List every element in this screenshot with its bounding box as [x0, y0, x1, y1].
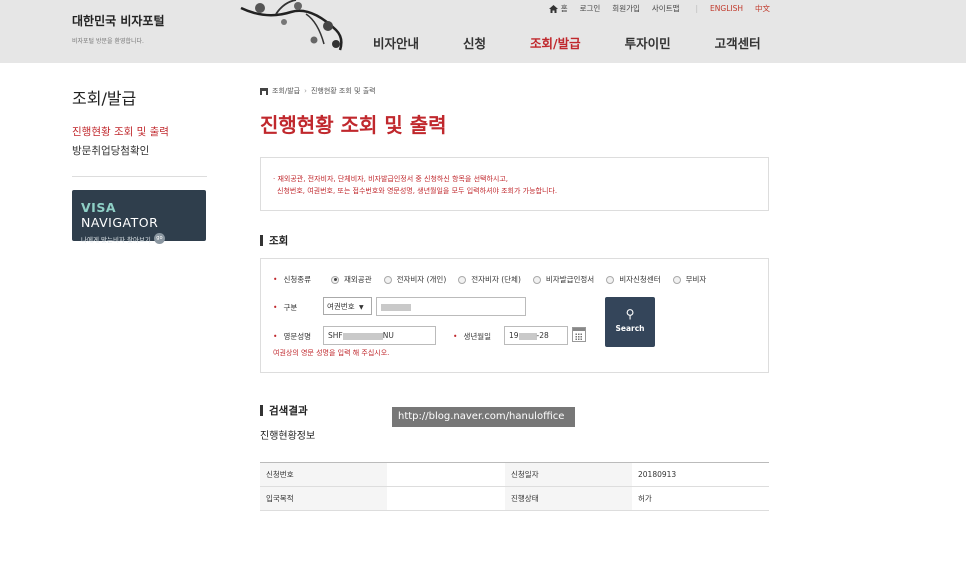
radio-visa-free[interactable]: 무비자	[672, 274, 706, 285]
table-cell: 20180913	[632, 462, 769, 487]
radio-unchecked-icon	[532, 275, 541, 284]
site-header: 대한민국 비자포털 비자포털 방문을 환영합니다. 홈 로그인 회원가입 사이트…	[0, 0, 966, 63]
passport-number-input[interactable]	[376, 297, 526, 316]
result-subtitle: 진행현황정보	[260, 431, 316, 442]
brand-subtitle: 비자포털 방문을 환영합니다.	[72, 38, 144, 45]
sitemap-link[interactable]: 사이트맵	[652, 3, 680, 14]
radio-visa-center[interactable]: 비자신청센터	[606, 274, 661, 285]
blog-watermark: http://blog.naver.com/hanuloffice	[392, 407, 575, 427]
dropdown-arrow-icon: ▼	[359, 304, 364, 311]
nav-customer-center[interactable]: 고객센터	[715, 33, 761, 52]
table-row: 신청번호 신청일자 20180913	[260, 462, 769, 487]
table-header-cell: 신청일자	[505, 462, 632, 487]
utility-divider: |	[695, 4, 699, 13]
nav-apply[interactable]: 신청	[463, 33, 486, 52]
main-nav: 비자안내 신청 조회/발급 투자이민 고객센터	[373, 33, 761, 52]
redacted-name	[342, 332, 383, 340]
notice-box: · 재외공관, 전자비자, 단체비자, 비자발급인정서 중 신청하신 항목을 선…	[260, 157, 769, 211]
breadcrumb: 조회/발급 › 진행현황 조회 및 출력	[260, 86, 376, 96]
calendar-icon[interactable]	[572, 327, 586, 342]
radio-evisa-individual[interactable]: 전자비자 (개인)	[383, 274, 446, 285]
application-type-radio-group: 재외공관 전자비자 (개인) 전자비자 (단체) 비자발급인정서 비자신청센터 …	[331, 274, 718, 285]
redacted-birth-date	[518, 332, 537, 340]
join-link[interactable]: 회원가입	[612, 3, 640, 14]
category-label: • 구분	[273, 303, 298, 312]
breadcrumb-item[interactable]: 조회/발급	[272, 86, 300, 96]
breadcrumb-home-icon[interactable]	[260, 87, 268, 95]
notice-line: · 재외공관, 전자비자, 단체비자, 비자발급인정서 중 신청하신 항목을 선…	[273, 175, 509, 183]
breadcrumb-item: 진행현황 조회 및 출력	[310, 87, 376, 95]
radio-overseas-mission[interactable]: 재외공관	[331, 274, 372, 285]
nav-investment-immigration[interactable]: 투자이민	[625, 33, 671, 52]
result-table: 신청번호 신청일자 20180913 입국목적 진행상태 허가	[260, 462, 769, 511]
search-form: • 신청종류 재외공관 전자비자 (개인) 전자비자 (단체) 비자발급인정서 비…	[260, 258, 769, 373]
site-logo[interactable]: 대한민국 비자포털 비자포털 방문을 환영합니다.	[72, 12, 165, 45]
english-name-input[interactable]: SHF NU	[323, 326, 436, 345]
breadcrumb-separator-icon: ›	[304, 87, 307, 95]
radio-unchecked-icon	[672, 275, 681, 284]
search-button-label: Search	[615, 324, 645, 333]
radio-visa-certificate[interactable]: 비자발급인정서	[532, 274, 594, 285]
radio-checked-icon	[331, 275, 339, 284]
search-button[interactable]: ⚲ Search	[605, 297, 655, 347]
sidebar-divider	[72, 176, 207, 177]
name-input-hint: 여권상의 영문 성명을 입력 해 주십시오.	[273, 349, 390, 357]
visa-navigator-title: VISA NAVIGATOR	[81, 200, 159, 230]
utility-menu: 홈 로그인 회원가입 사이트맵 | ENGLISH 中文	[548, 3, 770, 14]
nav-inquiry-issue[interactable]: 조회/발급	[530, 33, 581, 52]
radio-unchecked-icon	[458, 275, 467, 284]
section-bar	[260, 405, 263, 416]
sidebar-item-visit-employment[interactable]: 방문취업당첨확인	[72, 143, 169, 158]
table-cell: 허가	[632, 486, 769, 511]
home-link-label: 홈	[560, 4, 568, 13]
table-cell	[387, 486, 505, 511]
table-row: 입국목적 진행상태 허가	[260, 486, 769, 511]
ink-plum-blossom-decoration	[240, 0, 343, 51]
table-cell	[387, 462, 505, 487]
radio-evisa-group[interactable]: 전자비자 (단체)	[458, 274, 521, 285]
table-header-cell: 진행상태	[505, 486, 632, 511]
result-section-title: 검색결과	[260, 403, 308, 418]
nav-visa-info[interactable]: 비자안내	[373, 33, 419, 52]
section-bar	[260, 235, 263, 246]
search-section-title: 조회	[260, 233, 288, 248]
radio-unchecked-icon	[606, 275, 615, 284]
chinese-link[interactable]: 中文	[755, 3, 770, 14]
visa-navigator-subtitle: 나에게 맞는비자 찾아보기 go	[81, 233, 197, 244]
english-name-label: • 영문성명	[273, 332, 312, 341]
sidebar-title: 조회/발급	[72, 89, 137, 108]
home-icon	[548, 4, 558, 13]
sidebar-menu: 진행현황 조회 및 출력 방문취업당첨확인	[72, 124, 169, 162]
category-select[interactable]: 여권번호 ▼	[323, 297, 372, 315]
brand-title: 대한민국 비자포털	[72, 14, 165, 28]
page-title: 진행현황 조회 및 출력	[260, 113, 447, 137]
table-header-cell: 입국목적	[260, 486, 387, 511]
search-icon: ⚲	[625, 307, 635, 321]
utility-home-link[interactable]: 홈	[548, 3, 568, 14]
table-header-cell: 신청번호	[260, 462, 387, 487]
radio-unchecked-icon	[383, 275, 392, 284]
birth-date-input[interactable]: 19 -28	[504, 326, 568, 345]
notice-line: 신청번호, 여권번호, 또는 접수번호와 영문성명, 생년월일을 모두 입력하셔…	[277, 187, 558, 195]
visa-navigator-banner[interactable]: VISA NAVIGATOR 나에게 맞는비자 찾아보기 go	[72, 190, 206, 244]
english-link[interactable]: ENGLISH	[710, 4, 743, 13]
redacted-passport-number	[381, 303, 411, 311]
go-icon: go	[153, 233, 165, 244]
application-type-label: • 신청종류	[273, 275, 312, 284]
sidebar-item-progress-inquiry[interactable]: 진행현황 조회 및 출력	[72, 124, 169, 139]
login-link[interactable]: 로그인	[580, 3, 601, 14]
birth-date-label: • 생년월일	[453, 332, 492, 341]
